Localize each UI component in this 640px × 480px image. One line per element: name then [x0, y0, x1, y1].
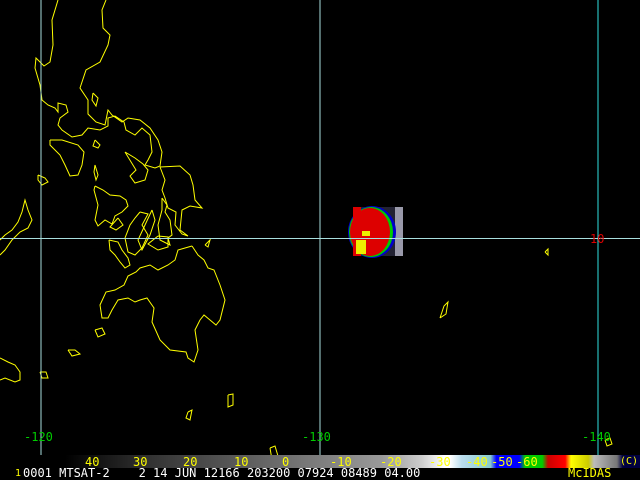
frame-number: 1: [15, 468, 22, 479]
map-layer: [0, 0, 640, 461]
coastlines: [0, 0, 613, 461]
lat-label-10: 10: [590, 232, 605, 246]
lon-label-140: -140: [582, 430, 611, 444]
image-info: 0001 MTSAT-2 2 14 JUN 12166 203200 07924…: [23, 466, 421, 480]
mcidas-brand: McIDAS: [568, 466, 612, 480]
colorbar-unit: (C): [620, 456, 639, 467]
satellite-image-viewer: -120 -130 -140 10 40 30 20 10 0 -10 -20 …: [0, 0, 640, 480]
storm-ir-imagery: [348, 206, 403, 258]
lon-label-130: -130: [302, 430, 331, 444]
lon-label-120: -120: [24, 430, 53, 444]
status-line: 1 0001 MTSAT-2 2 14 JUN 12166 203200 0792…: [0, 467, 640, 480]
lat-lon-grid: [0, 0, 640, 455]
